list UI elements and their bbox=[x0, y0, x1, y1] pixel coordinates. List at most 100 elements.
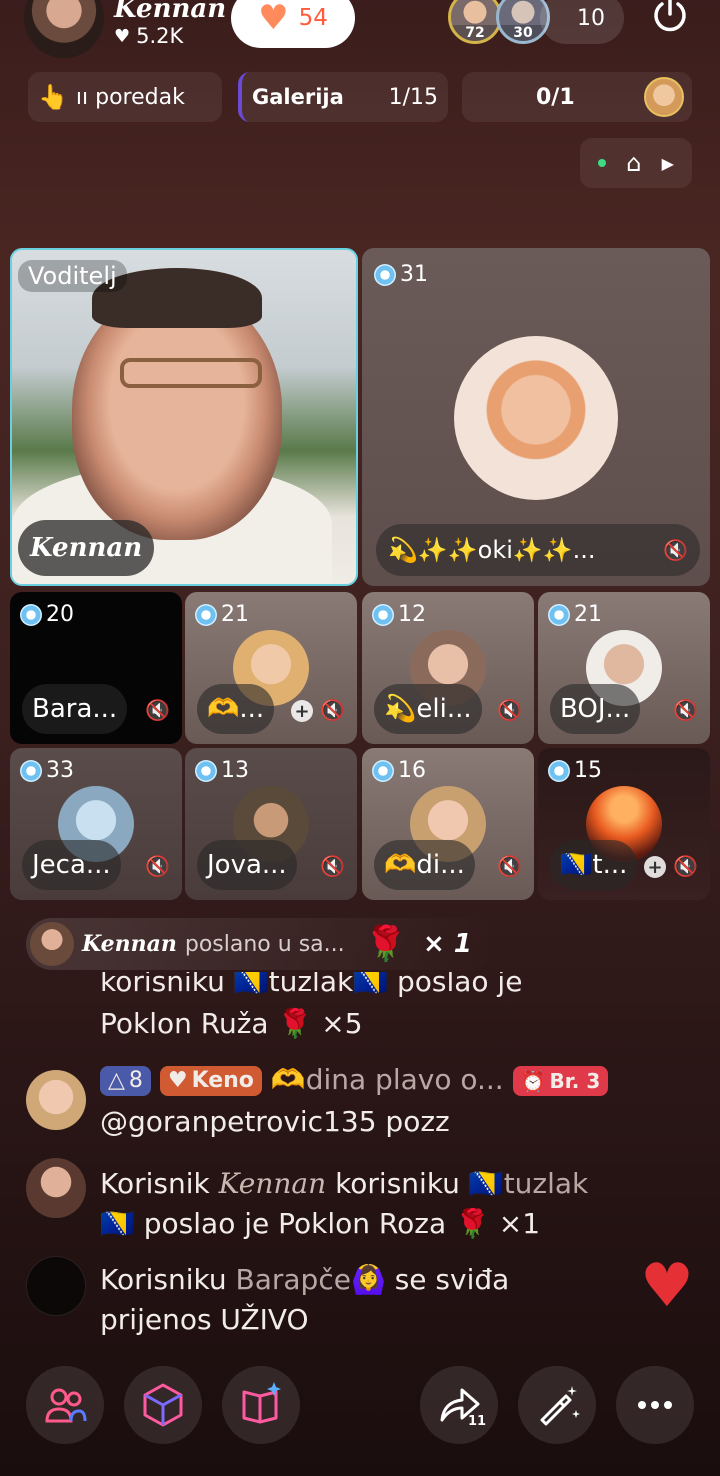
host-tile-name[interactable]: Kennan bbox=[18, 520, 155, 576]
guest-name: 🫶di... bbox=[374, 840, 475, 890]
guest-level-badge: 13 bbox=[195, 758, 249, 783]
guest-name: 💫eli... bbox=[374, 684, 482, 734]
host-role-tag: Voditelj bbox=[18, 260, 127, 292]
mic-muted-icon: 🔇 bbox=[673, 854, 698, 878]
guest-tile[interactable]: 13 Jova... 🔇 bbox=[185, 748, 357, 900]
comment-header: △ 8 ♥ Keno 🫶dina plavo o... ⏰ Br. 3 bbox=[100, 1060, 609, 1100]
guest-name: 💫✨✨oki✨✨... bbox=[388, 536, 596, 564]
add-icon[interactable]: + bbox=[644, 856, 666, 878]
guest-level: 13 bbox=[221, 758, 249, 783]
ranking-button[interactable]: 👆 ıı poredak bbox=[28, 72, 222, 122]
effects-button[interactable] bbox=[124, 1366, 202, 1444]
guest-level-badge: 12 bbox=[372, 602, 426, 627]
mic-muted-icon: 🔇 bbox=[663, 538, 688, 562]
guest-level: 21 bbox=[574, 602, 602, 627]
comment-line: prijenos UŽIVO bbox=[100, 1303, 309, 1336]
guest-level-badge: 21 bbox=[195, 602, 249, 627]
book-sparkle-icon bbox=[242, 1382, 281, 1424]
gift-banner: Kennan poslano u sa... 🌹 × 1 bbox=[26, 918, 496, 970]
commenter-name[interactable]: Kennan bbox=[219, 1167, 327, 1200]
status-dot-icon bbox=[598, 159, 607, 167]
mic-muted-icon: 🔇 bbox=[320, 854, 345, 878]
guest-name: Jova... bbox=[197, 840, 297, 890]
guest-level-badge: 16 bbox=[372, 758, 426, 783]
share-button[interactable]: 11 bbox=[420, 1366, 498, 1444]
fan-badge: ♥ Keno bbox=[159, 1066, 262, 1096]
gift-sender-name: Kennan bbox=[82, 931, 177, 957]
commenter-avatar[interactable] bbox=[26, 1070, 86, 1130]
level-icon bbox=[20, 759, 42, 782]
mic-muted-icon: 🔇 bbox=[497, 854, 522, 878]
comment-word: Korisniku bbox=[100, 1263, 227, 1296]
like-heart-button[interactable]: ♥ bbox=[640, 1256, 694, 1316]
comment-line: Korisnik Kennan korisniku 🇧🇦tuzlak bbox=[100, 1164, 588, 1204]
guest-name: BOJ... bbox=[550, 684, 641, 734]
book-button[interactable] bbox=[222, 1366, 300, 1444]
host-likes: ♥ 5.2K bbox=[114, 24, 183, 48]
level-icon bbox=[374, 263, 396, 286]
top-viewer-avatar[interactable]: 72 bbox=[448, 0, 502, 44]
more-options-button[interactable] bbox=[616, 1366, 694, 1444]
mini-player-control[interactable]: ⌂ ▶ bbox=[580, 138, 692, 188]
commenter-avatar[interactable] bbox=[26, 1158, 86, 1218]
comment-line: Korisniku Barapče🙆‍♀️ se sviđa bbox=[100, 1260, 509, 1300]
level-icon bbox=[20, 603, 42, 626]
rose-icon: 🌹 bbox=[364, 924, 407, 964]
guest-tile[interactable]: 12 💫eli... 🔇 bbox=[362, 592, 534, 744]
guest-level: 33 bbox=[46, 758, 74, 783]
viewer-count[interactable]: 10 bbox=[540, 0, 624, 44]
guests-button[interactable] bbox=[26, 1366, 104, 1444]
guest-tile[interactable]: 20 Bara... 🔇 bbox=[10, 592, 182, 744]
share-count: 11 bbox=[468, 1414, 487, 1429]
mic-muted-icon: 🔇 bbox=[673, 698, 698, 722]
host-name[interactable]: Kennan bbox=[114, 0, 226, 24]
guest-tile[interactable]: 15 🇧🇦t... + 🔇 bbox=[538, 748, 710, 900]
level-icon bbox=[372, 759, 394, 782]
recipient-name[interactable]: 🇧🇦tuzlak bbox=[469, 1167, 588, 1200]
level-icon bbox=[372, 603, 394, 626]
rank-label: Br. 3 bbox=[549, 1069, 601, 1093]
ranking-label: ıı poredak bbox=[75, 84, 185, 110]
play-icon: ▶ bbox=[661, 153, 674, 173]
comment-word: korisniku bbox=[335, 1167, 460, 1200]
fire-icon: 👆 bbox=[38, 83, 68, 111]
commenter-name[interactable]: 🫶dina plavo o... bbox=[271, 1063, 504, 1096]
guest-level: 16 bbox=[398, 758, 426, 783]
level-icon bbox=[195, 759, 217, 782]
level-icon bbox=[195, 603, 217, 626]
heart-icon: ♥ bbox=[114, 25, 131, 47]
follow-count: 54 bbox=[298, 5, 328, 31]
gallery-button[interactable]: Galerija 1/15 bbox=[238, 72, 448, 122]
commenter-avatar[interactable] bbox=[26, 1256, 86, 1316]
commenter-name[interactable]: Barapče🙆‍♀️ bbox=[236, 1263, 386, 1296]
magic-wand-button[interactable] bbox=[518, 1366, 596, 1444]
guest-level: 31 bbox=[400, 262, 428, 287]
guest-name-tag[interactable]: 💫✨✨oki✨✨... 🔇 bbox=[376, 524, 700, 576]
task-count: 0/1 bbox=[536, 84, 575, 110]
level-value: 8 bbox=[128, 1068, 143, 1093]
gift-sender-avatar bbox=[30, 922, 74, 966]
level-icon bbox=[548, 603, 570, 626]
comment-word: se sviđa bbox=[394, 1263, 510, 1296]
guest-level: 12 bbox=[398, 602, 426, 627]
heart-icon: ♥ bbox=[258, 0, 289, 38]
guest-tile[interactable]: 16 🫶di... 🔇 bbox=[362, 748, 534, 900]
task-progress-button[interactable]: 0/1 bbox=[462, 72, 692, 122]
add-icon[interactable]: + bbox=[291, 700, 313, 722]
cube-icon bbox=[143, 1383, 183, 1427]
guest-tile[interactable]: 33 Jeca... 🔇 bbox=[10, 748, 182, 900]
guest-tile[interactable]: 21 BOJ... 🔇 bbox=[538, 592, 710, 744]
follow-button[interactable]: ♥ 54 bbox=[231, 0, 355, 48]
guest-level-badge: 33 bbox=[20, 758, 74, 783]
close-live-button[interactable] bbox=[648, 0, 692, 40]
mic-muted-icon: 🔇 bbox=[320, 698, 345, 722]
gift-multiplier: × 1 bbox=[422, 929, 472, 959]
comment-line: 🇧🇦 poslao je Poklon Roza 🌹 ×1 bbox=[100, 1207, 541, 1240]
rank-badge: ⏰ Br. 3 bbox=[512, 1066, 609, 1096]
host-avatar[interactable] bbox=[24, 0, 104, 58]
guest-tile[interactable]: 21 🫶... + 🔇 bbox=[185, 592, 357, 744]
comment-text: @goranpetrovic135 pozz bbox=[100, 1105, 450, 1138]
fan-icon: ♥ bbox=[167, 1068, 188, 1093]
mic-muted-icon: 🔇 bbox=[145, 854, 170, 878]
magic-wand-icon bbox=[540, 1386, 580, 1426]
